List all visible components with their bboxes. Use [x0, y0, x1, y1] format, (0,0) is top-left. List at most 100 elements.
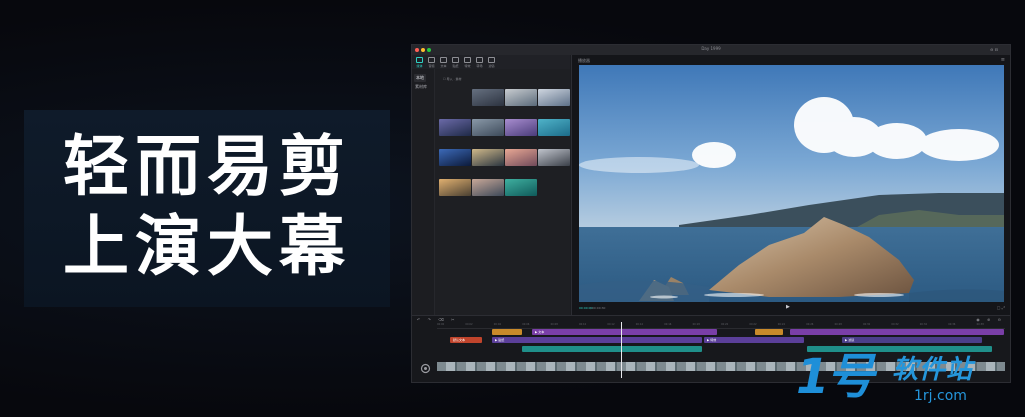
toolbar-sticker[interactable]: 贴纸	[451, 57, 460, 68]
track-clip-8[interactable]: ▶ 滤镜	[842, 337, 982, 343]
toolbar-audio[interactable]: 音频	[427, 57, 436, 68]
ruler-tick-label: 00:30	[863, 323, 871, 326]
track-clip-1[interactable]	[492, 329, 522, 335]
thumbnail-image	[439, 179, 471, 196]
track-clip-5[interactable]: 默认文本	[450, 337, 482, 343]
preview-header: 播放器	[578, 58, 590, 63]
thumbnail-image	[472, 179, 504, 196]
media-toolbar: 媒体 音频 文本 贴纸 特效 转场 滤镜	[412, 55, 570, 69]
ruler-tick-label: 00:24	[777, 323, 786, 326]
watermark: 1号 软件站 1rj.com	[796, 351, 1010, 411]
media-icon	[416, 57, 423, 63]
total-time: / 00:00:30	[590, 306, 606, 310]
toolbar-effects[interactable]: 特效	[463, 57, 472, 68]
thumbnail-image	[472, 89, 504, 106]
ruler-tick-label: 00:14	[635, 323, 644, 326]
toolbar-text[interactable]: 文本	[439, 57, 448, 68]
thumbnail-image	[472, 149, 504, 166]
timeline-zoom-tools[interactable]: ◉ ⊕ ⊖	[976, 317, 1004, 322]
media-tab-row[interactable]: ☐ 导入 · 素材	[443, 77, 462, 81]
track-clip-4[interactable]	[790, 329, 1004, 335]
play-icon[interactable]: ▶	[786, 304, 790, 310]
toolbar-media[interactable]: 媒体	[415, 57, 424, 68]
track-clip-9[interactable]	[522, 346, 702, 352]
preview-video-frame	[579, 65, 1004, 302]
thumbnail-image	[538, 149, 570, 166]
media-thumbnail[interactable]	[472, 119, 504, 141]
app-window: Day 1999 ⊖ ⊟ 媒体 音频 文本 贴纸 特效 转场 滤镜 本地 素材库…	[411, 44, 1011, 383]
effects-icon	[464, 57, 471, 63]
media-thumbnail[interactable]	[472, 179, 504, 201]
ruler-tick-label: 00:36	[948, 323, 956, 326]
ruler-tick-label: 00:08	[550, 323, 558, 326]
ruler-tick-label: 00:10	[579, 323, 587, 326]
window-controls[interactable]: ⊖ ⊟	[990, 47, 998, 52]
media-panel: ☐ 导入 · 素材	[435, 69, 570, 315]
promo-line-1: 轻而易剪	[63, 128, 351, 205]
title-bar: Day 1999 ⊖ ⊟	[412, 45, 1010, 55]
playhead[interactable]	[621, 322, 622, 378]
toolbar-transition[interactable]: 转场	[475, 57, 484, 68]
media-thumbnail[interactable]	[505, 149, 537, 171]
ruler-tick-label: 00:26	[806, 323, 814, 326]
track-clip-7[interactable]: ▶ 特效	[704, 337, 804, 343]
thumbnail-image	[472, 119, 504, 136]
ruler-tick-label: 00:20	[721, 323, 729, 326]
watermark-logo: 1号	[796, 349, 874, 405]
ruler-tick-label: 00:38	[976, 323, 984, 326]
coastal-island-scene	[579, 65, 1004, 302]
thumbnail-image	[505, 89, 537, 106]
media-thumbnail[interactable]	[538, 119, 570, 141]
promo-banner: 轻而易剪 上演大幕	[24, 110, 390, 307]
media-thumbnail[interactable]	[538, 89, 570, 111]
audio-icon	[428, 57, 435, 63]
media-thumbnail[interactable]	[439, 179, 471, 201]
filter-icon	[488, 57, 495, 63]
thumbnail-image	[505, 179, 537, 196]
toolbar-filter[interactable]: 滤镜	[487, 57, 496, 68]
ruler-tick-label: 00:34	[919, 323, 928, 326]
ruler-tick-label: 00:32	[891, 323, 899, 326]
track-clip-2[interactable]: ▶ 文本	[532, 329, 717, 335]
track-clip-3[interactable]	[755, 329, 783, 335]
stage: 轻而易剪 上演大幕 Day 1999 ⊖ ⊟ 媒体 音频 文本 贴纸 特效 转场…	[0, 0, 1025, 417]
timeline-edit-tools[interactable]: ↶ ↷ ⌫ ✂	[417, 317, 458, 322]
ruler-tick-label: 00:16	[664, 323, 672, 326]
ruler-tick-label: 00:06	[522, 323, 530, 326]
ruler-tick-label: 00:00	[437, 323, 445, 326]
ruler-tick-label: 00:28	[834, 323, 842, 326]
text-icon	[440, 57, 447, 63]
track-clip-6[interactable]: ▶ 贴纸	[492, 337, 702, 343]
ruler-tick-label: 00:18	[692, 323, 700, 326]
ruler-tick-label: 00:12	[607, 323, 615, 326]
thumbnail-image	[505, 149, 537, 166]
media-thumbnail[interactable]	[538, 149, 570, 171]
thumbnail-image	[538, 119, 570, 136]
ruler-tick-label: 00:04	[493, 323, 502, 326]
media-thumbnail[interactable]	[505, 89, 537, 111]
promo-line-2: 上演大幕	[63, 208, 351, 285]
category-list: 本地 素材库	[412, 69, 435, 315]
thumbnail-image	[439, 119, 471, 136]
thumbnail-image	[538, 89, 570, 106]
category-local[interactable]: 本地	[414, 74, 426, 82]
watermark-name: 软件站	[892, 355, 974, 385]
media-thumbnail[interactable]	[472, 149, 504, 171]
thumbnail-image	[505, 119, 537, 136]
preview-panel: 播放器 ≡ 00:00:00 / 00:00:30 ▶ ▢ ⤢	[571, 55, 1010, 315]
sticker-icon	[452, 57, 459, 63]
track-settings-icon[interactable]	[419, 360, 432, 374]
menu-icon[interactable]: ≡	[1001, 57, 1005, 63]
fullscreen-icon[interactable]: ▢ ⤢	[997, 305, 1005, 310]
window-title: Day 1999	[701, 46, 721, 51]
category-library[interactable]: 素材库	[415, 84, 427, 90]
ruler-tick-label: 00:02	[465, 323, 473, 326]
transition-icon	[476, 57, 483, 63]
thumbnail-image	[439, 149, 471, 166]
media-thumbnail[interactable]	[439, 149, 471, 171]
media-thumbnail[interactable]	[505, 179, 537, 201]
media-thumbnail[interactable]	[472, 89, 504, 111]
media-thumbnail[interactable]	[439, 119, 471, 141]
media-thumbnail[interactable]	[505, 119, 537, 141]
ruler-tick-label: 00:22	[749, 323, 757, 326]
